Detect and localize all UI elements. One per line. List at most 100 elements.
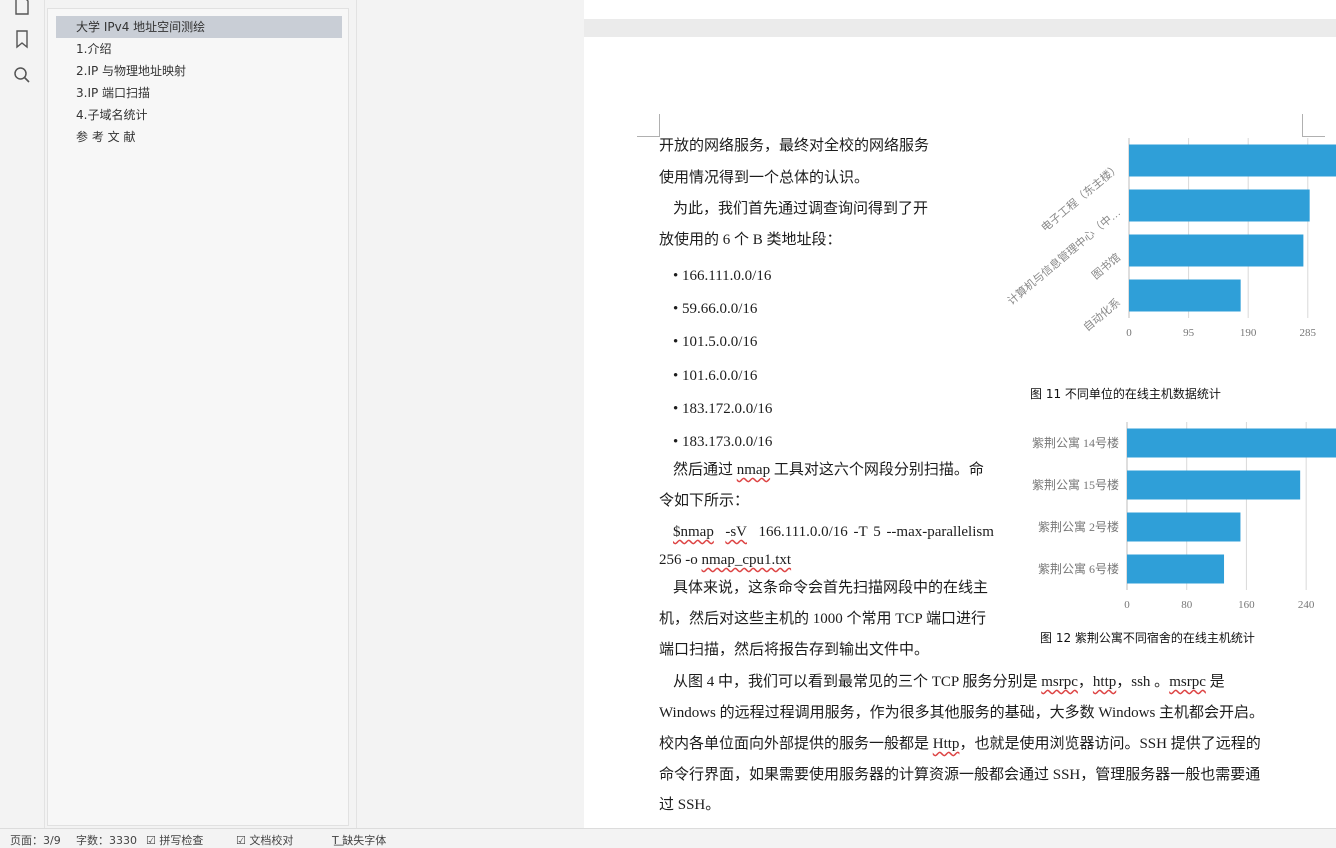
y-category-label: 紫荆公寓 14号楼 [1032,435,1119,450]
bullet-text: 101.6.0.0/16 [682,368,758,384]
y-category-label: 紫荆公寓 2号楼 [1038,519,1119,534]
x-tick-label: 0 [1126,327,1132,339]
bullet-mark: • [673,334,679,350]
text-run: 校内各单位面向外部提供的服务一般都是 [659,736,933,752]
nav-item-ip-mapping[interactable]: 2.IP 与物理地址映射 [56,60,342,82]
bullet-item: • 101.5.0.0/16 [673,332,757,352]
text-run: 166.111.0.0/16 -T 5 --max-parallelism [758,524,994,540]
x-tick-label: 285 [1300,327,1317,339]
proofread-label: 文档校对 [249,834,294,847]
bullet-item: • 183.173.0.0/16 [673,432,772,452]
bullet-mark: • [673,301,679,317]
figure-caption: 图 11 不同单位的在线主机数据统计 [1030,387,1221,401]
spellcheck-word[interactable]: -sV [725,524,747,540]
text-line: 然后通过 nmap 工具对这六个网段分别扫描。命 [673,460,984,480]
spellcheck-word[interactable]: http [1093,674,1116,690]
text-line: 从图 4 中，我们可以看到最常见的三个 TCP 服务分别是 msrpc，http… [673,672,1225,692]
command-line: 256 -o nmap_cpu1.txt [659,550,791,570]
text-line: 使用情况得到一个总体的认识。 [659,170,870,186]
spellcheck-toggle[interactable]: ☑ 拼写检查 [146,832,203,848]
x-tick-label: 240 [1298,599,1315,611]
spellcheck-word[interactable]: nmap_cpu1.txt [702,552,792,568]
bar [1129,189,1310,222]
bullet-item: • 59.66.0.0/16 [673,299,757,319]
text-run: 是 [1205,674,1225,690]
text-line: 为此，我们首先通过调查询问得到了开 [673,201,929,217]
text-line: Windows 的远程过程调用服务，作为很多其他服务的基础，大多数 Window… [659,705,1265,721]
pane-gap [356,0,585,828]
page-indicator[interactable]: 页面：3/9 [10,832,61,848]
bar [1129,144,1336,177]
text-run: 从图 4 中，我们可以看到最常见的三个 TCP 服务分别是 [673,674,1042,690]
document-page[interactable]: 开放的网络服务，最终对全校的网络服务 使用情况得到一个总体的认识。 为此，我们首… [584,37,1336,828]
bar [1127,512,1241,542]
text-line: 校内各单位面向外部提供的服务一般都是 Http，也就是使用浏览器访问。SSH 提… [659,734,1261,754]
navigation-pane: 大学 IPv4 地址空间测绘 1.介绍 2.IP 与物理地址映射 3.IP 端口… [47,8,349,826]
text-line: 放使用的 6 个 B 类地址段： [659,232,842,248]
x-tick-label: 80 [1181,599,1193,611]
search-icon[interactable] [11,64,33,86]
chart-online-hosts-by-unit: 0 95 190 285电子工程（东主楼）计算机与信息管理中心（中…图书馆自动化系 [1004,138,1336,339]
bullet-mark: • [673,368,679,384]
nav-item-intro[interactable]: 1.介绍 [56,38,342,60]
document-area[interactable]: 开放的网络服务，最终对全校的网络服务 使用情况得到一个总体的认识。 为此，我们首… [584,0,1336,828]
bullet-text: 101.5.0.0/16 [682,334,758,350]
text-line: 开放的网络服务，最终对全校的网络服务 [659,138,930,154]
y-category-label: 图书馆 [1089,250,1123,282]
previous-page-bottom [584,0,1336,19]
side-rail [0,0,45,828]
nav-item-subdomain[interactable]: 4.子域名统计 [56,104,342,126]
bar [1129,234,1304,267]
bar [1129,279,1241,312]
spellcheck-word[interactable]: nmap [737,462,770,478]
command-line: $nmap -sV 166.111.0.0/16 -T 5 --max-para… [673,522,994,542]
x-tick-label: 160 [1238,599,1255,611]
text-run: 然后通过 [673,462,737,478]
nav-item-references[interactable]: 参 考 文 献 [56,126,342,148]
text-run: 工具对这六个网段分别扫描。命 [770,462,984,478]
bullet-item: • 101.6.0.0/16 [673,366,757,386]
spellcheck-word[interactable]: $nmap [673,524,714,540]
page-icon[interactable] [11,0,33,16]
spellcheck-word[interactable]: msrpc [1169,674,1206,690]
bookmark-icon[interactable] [11,28,33,50]
x-tick-label: 95 [1183,327,1195,339]
proofread-toggle[interactable]: ☑ 文档校对 [236,832,293,848]
spellcheck-label: 拼写检查 [159,834,204,847]
status-bar: 页面：3/9 字数：3330 ☑ 拼写检查 ☑ 文档校对 T͟ 缺失字体 [0,828,1336,847]
missing-font-button[interactable]: T͟ 缺失字体 [332,832,386,848]
text-run: ，也就是使用浏览器访问。SSH 提供了远程的 [959,736,1261,752]
y-category-label: 紫荆公寓 6号楼 [1038,561,1119,576]
y-category-label: 自动化系 [1080,295,1123,334]
bullet-text: 59.66.0.0/16 [682,301,758,317]
bullet-mark: • [673,434,679,450]
text-run: ， [1077,674,1093,690]
figure-caption: 图 12 紫荆公寓不同宿舍的在线主机统计 [1040,631,1255,645]
spellcheck-word[interactable]: msrpc [1041,674,1078,690]
spellcheck-word[interactable]: Http [933,736,960,752]
bullet-text: 183.172.0.0/16 [682,401,773,417]
nav-item-port-scan[interactable]: 3.IP 端口扫描 [56,82,342,104]
text-line: 命令行界面，如果需要使用服务器的计算资源一般都会通过 SSH，管理服务器一般也需… [659,767,1261,783]
y-category-label: 紫荆公寓 15号楼 [1032,477,1119,492]
bar [1127,554,1225,584]
bullet-text: 166.111.0.0/16 [682,268,772,284]
text-run: ，ssh 。 [1116,674,1170,690]
bullet-mark: • [673,401,679,417]
x-tick-label: 0 [1124,599,1130,611]
text-line: 机，然后对这些主机的 1000 个常用 TCP 端口进行 [659,611,986,627]
text-line: 过 SSH。 [659,797,721,813]
x-tick-label: 190 [1240,327,1257,339]
bullet-mark: • [673,268,679,284]
text-line: 端口扫描，然后将报告存到输出文件中。 [659,642,930,658]
nav-item-title[interactable]: 大学 IPv4 地址空间测绘 [56,16,342,38]
bar [1127,470,1301,500]
bullet-item: • 183.172.0.0/16 [673,399,772,419]
word-count[interactable]: 字数：3330 [76,832,137,848]
bullet-text: 183.173.0.0/16 [682,434,773,450]
text-line: 令如下所示： [659,493,750,509]
chart-online-hosts-by-dorm: 0 80 160 240 紫荆公寓 14号楼紫荆公寓 15号楼紫荆公寓 2号楼紫荆公寓 … [1032,422,1336,611]
text-line: 具体来说，这条命令会首先扫描网段中的在线主 [673,580,989,596]
crop-mark-left [637,114,660,137]
bar [1127,428,1336,458]
